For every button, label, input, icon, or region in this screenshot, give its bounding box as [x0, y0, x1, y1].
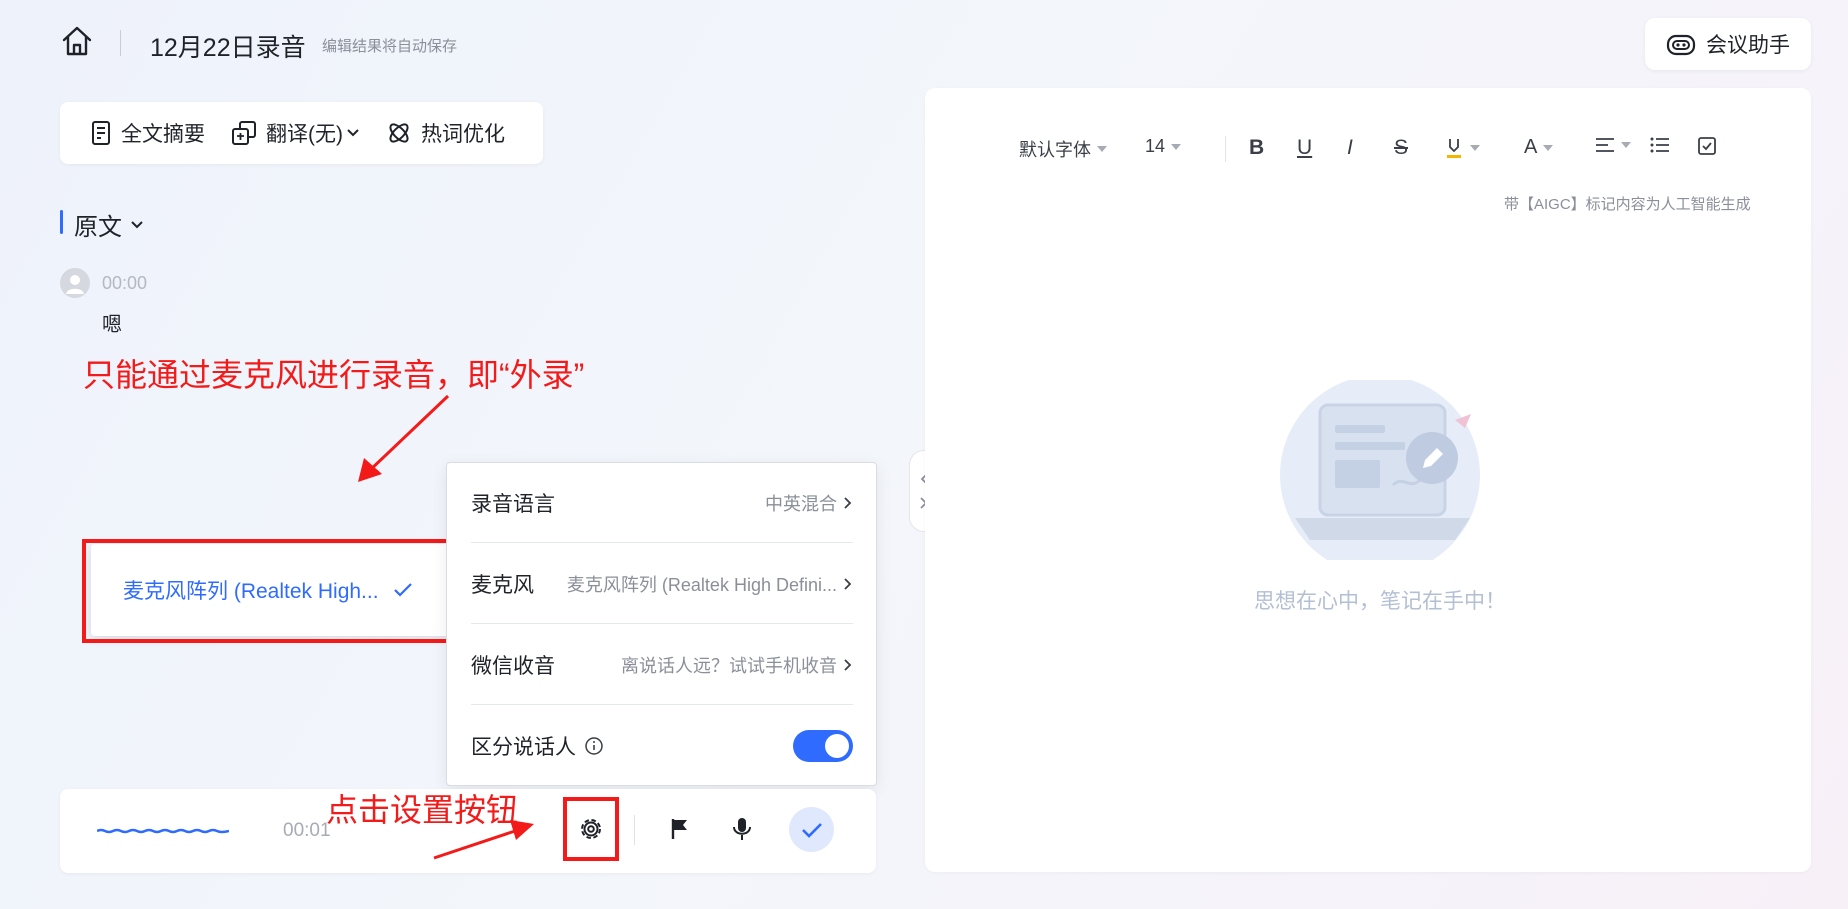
speaker-diarization-toggle[interactable]: [793, 730, 853, 762]
bold-button[interactable]: B: [1249, 136, 1264, 160]
page-title[interactable]: 12月22日录音: [150, 28, 306, 64]
caret-down-icon: [1097, 146, 1107, 152]
strikethrough-button[interactable]: S: [1394, 136, 1408, 160]
font-size-select[interactable]: 14: [1145, 136, 1182, 157]
recording-settings-popup: 录音语言 中英混合 麦克风 麦克风阵列 (Realtek High Defini…: [446, 462, 877, 786]
checklist-button[interactable]: [1697, 136, 1717, 156]
checkbox-icon: [1698, 137, 1716, 155]
home-icon[interactable]: [60, 24, 94, 58]
meeting-assistant-label: 会议助手: [1706, 34, 1790, 57]
finish-recording-button[interactable]: [789, 807, 834, 852]
font-size-value: 14: [1145, 136, 1166, 156]
section-dropdown[interactable]: 原文: [74, 207, 144, 242]
annotation-top: 只能通过麦克风进行录音，即“外录”: [83, 357, 585, 393]
setting-row-language[interactable]: 录音语言 中英混合: [471, 463, 853, 543]
user-icon: [66, 275, 84, 294]
annotation-highlight-microphone: [82, 539, 459, 643]
underline-button[interactable]: U: [1297, 136, 1312, 160]
setting-label-microphone: 麦克风: [471, 573, 534, 597]
empty-notes-message: 思想在心中，笔记在手中！: [1254, 590, 1506, 613]
utterance-text[interactable]: 嗯: [102, 308, 122, 337]
chevron-down-icon: [131, 220, 143, 228]
setting-row-microphone[interactable]: 麦克风 麦克风阵列 (Realtek High Defini...: [471, 544, 853, 624]
font-family-select[interactable]: 默认字体: [1019, 136, 1107, 162]
recording-elapsed-time: 00:01: [283, 820, 331, 841]
setting-row-wechat[interactable]: 微信收音 离说话人远？试试手机收音: [471, 625, 853, 705]
caret-down-icon: [1171, 143, 1182, 150]
document-icon: [92, 121, 110, 145]
section-accent-bar: [60, 210, 63, 234]
setting-label-speaker: 区分说话人: [471, 736, 576, 759]
caret-down-icon: [1470, 145, 1480, 151]
chevron-right-icon: [844, 577, 852, 590]
robot-icon: [1666, 34, 1696, 56]
setting-label-wechat: 微信收音: [471, 654, 555, 678]
translate-button[interactable]: 翻译(无): [231, 118, 360, 148]
summary-button[interactable]: 全文摘要: [90, 118, 205, 148]
align-left-icon: [1596, 138, 1614, 152]
setting-value-wechat: 离说话人远？试试手机收音: [621, 655, 837, 676]
highlight-button[interactable]: [1444, 136, 1480, 160]
utterance-timestamp[interactable]: 00:00: [102, 273, 147, 294]
aigc-note: 带【AIGC】标记内容为人工智能生成: [1504, 196, 1751, 213]
bullet-list-button[interactable]: [1650, 136, 1670, 154]
translate-icon: [232, 121, 256, 145]
section-title: 原文: [74, 214, 122, 241]
setting-value-language: 中英混合: [765, 493, 837, 514]
chevron-down-icon: [347, 129, 359, 137]
chevron-right-icon: [844, 658, 852, 671]
font-family-value: 默认字体: [1019, 140, 1091, 160]
info-icon[interactable]: [584, 736, 604, 756]
caret-down-icon: [1543, 144, 1554, 151]
atom-icon: [389, 123, 409, 143]
meeting-assistant-button[interactable]: 会议助手: [1645, 18, 1811, 70]
header-divider: [120, 30, 121, 56]
align-button[interactable]: [1595, 136, 1631, 154]
feature-toolbar: 全文摘要 翻译(无) 热词优化: [60, 102, 543, 164]
summary-label: 全文摘要: [121, 123, 205, 146]
hotword-label: 热词优化: [421, 123, 505, 146]
check-icon: [801, 822, 822, 838]
italic-button[interactable]: I: [1347, 136, 1353, 160]
hotword-button[interactable]: 热词优化: [386, 118, 505, 148]
setting-row-speaker: 区分说话人: [471, 706, 853, 786]
empty-notes-illustration: [1280, 380, 1480, 560]
speaker-avatar[interactable]: [60, 268, 90, 298]
autosave-note: 编辑结果将自动保存: [322, 38, 458, 55]
chevron-right-icon: [844, 496, 852, 509]
annotation-arrow-bottom: [433, 820, 534, 860]
microphone-button[interactable]: [720, 807, 764, 851]
highlighter-icon: [1447, 139, 1461, 158]
caret-down-icon: [1621, 142, 1631, 148]
annotation-arrow-top: [358, 394, 450, 482]
mark-button[interactable]: [658, 807, 702, 851]
recorder-divider: [634, 815, 635, 845]
setting-label-language: 录音语言: [471, 492, 555, 516]
translate-label: 翻译(无): [266, 123, 343, 146]
waveform: [97, 828, 229, 834]
annotation-highlight-settings: [563, 797, 619, 861]
font-color-button[interactable]: A: [1524, 136, 1554, 159]
bullet-list-icon: [1650, 137, 1669, 153]
flag-icon: [671, 819, 687, 839]
microphone-icon: [733, 818, 751, 840]
font-color-label: A: [1524, 136, 1538, 158]
format-toolbar-divider: [1225, 136, 1226, 162]
setting-value-microphone: 麦克风阵列 (Realtek High Defini...: [566, 574, 837, 595]
